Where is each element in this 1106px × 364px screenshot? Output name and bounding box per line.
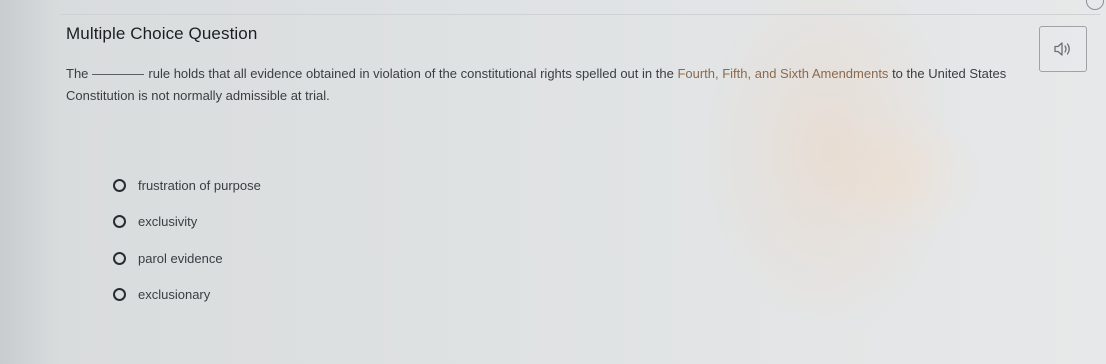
question-prompt: The rule holds that all evidence obtained… bbox=[66, 63, 1066, 107]
option-label: exclusivity bbox=[138, 214, 198, 229]
radio-button[interactable] bbox=[113, 178, 126, 192]
circle-icon[interactable] bbox=[1086, 0, 1104, 10]
option-label: parol evidence bbox=[138, 250, 223, 266]
answer-option[interactable]: frustration of purpose bbox=[113, 174, 261, 196]
answer-options: frustration of purpose exclusivity parol… bbox=[113, 174, 261, 320]
fill-in-blank bbox=[92, 74, 145, 75]
answer-option[interactable]: exclusivity bbox=[113, 211, 261, 233]
prompt-text-start: The bbox=[66, 66, 89, 81]
option-label: frustration of purpose bbox=[138, 177, 261, 193]
answer-option[interactable]: exclusionary bbox=[113, 284, 261, 306]
amendments-text: Fourth, Fifth, and Sixth Amendments bbox=[677, 66, 889, 81]
speaker-icon bbox=[1054, 42, 1070, 56]
answer-option[interactable]: parol evidence bbox=[113, 247, 261, 269]
top-divider bbox=[60, 14, 1100, 15]
option-label: exclusionary bbox=[138, 287, 211, 302]
prompt-text-middle: rule holds that all evidence obtained in… bbox=[148, 66, 674, 81]
question-type-heading: Multiple Choice Question bbox=[66, 24, 258, 43]
radio-button[interactable] bbox=[113, 215, 126, 228]
radio-button[interactable] bbox=[113, 251, 126, 265]
radio-button[interactable] bbox=[113, 288, 126, 301]
